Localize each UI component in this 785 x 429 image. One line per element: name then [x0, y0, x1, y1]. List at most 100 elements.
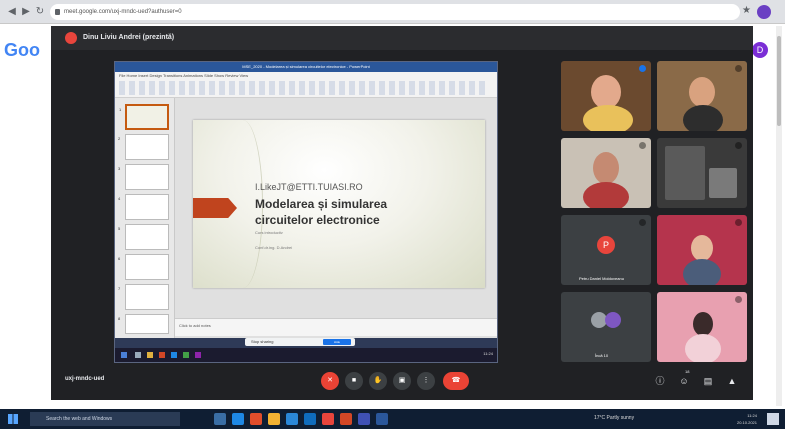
bookmark-star-icon[interactable]: ★	[742, 5, 751, 16]
slide-thumbnail[interactable]: 2	[118, 134, 169, 160]
present-icon[interactable]: ▣	[393, 372, 411, 390]
sharing-bar: Stop sharing Hide	[245, 338, 355, 346]
participant-tile[interactable]: P Petru Daniel Moldoveanu	[561, 215, 651, 285]
thumb-number: 5	[118, 226, 121, 231]
participant-tile[interactable]	[561, 61, 651, 131]
participant-video	[593, 152, 619, 184]
meet-header: Dinu Liviu Andrei (prezintă)	[51, 26, 753, 50]
people-icon[interactable]: ☺	[679, 376, 689, 386]
windows-start-icon[interactable]	[8, 414, 18, 424]
end-call-icon[interactable]: ☎	[443, 372, 469, 390]
slide-thumbnail[interactable]: 4	[118, 194, 169, 220]
folder-icon	[147, 352, 153, 358]
taskbar-search-input[interactable]: Search the web and Windows	[30, 412, 180, 426]
reload-icon[interactable]: ↻	[34, 6, 46, 18]
office-icon[interactable]	[250, 413, 262, 425]
participant-tile[interactable]	[657, 292, 747, 362]
mic-off-icon	[735, 296, 742, 303]
slide-thumbnail[interactable]: 7	[118, 284, 169, 310]
windows-icon	[121, 352, 127, 358]
raise-hand-icon[interactable]: ✋	[369, 372, 387, 390]
people-count-badge: 18	[685, 369, 690, 374]
thumb-number: 4	[118, 196, 121, 201]
participant-tile[interactable]	[561, 138, 651, 208]
chat-icon[interactable]: ▤	[703, 376, 713, 386]
participant-video	[709, 168, 737, 198]
speaking-indicator-icon	[639, 65, 646, 72]
task-view-icon[interactable]	[214, 413, 226, 425]
participant-tile[interactable]	[657, 61, 747, 131]
participant-video	[691, 235, 713, 261]
meet-window-title: Dinu Liviu Andrei (prezintă)	[83, 34, 175, 41]
app-icon	[135, 352, 141, 358]
folder-icon[interactable]	[268, 413, 280, 425]
google-logo: Goo	[4, 40, 40, 60]
windows-taskbar: Search the web and Windows 17°C Partly s…	[0, 409, 785, 429]
participant-video	[683, 105, 723, 131]
ppt-ribbon-tools	[119, 81, 489, 95]
notifications-icon[interactable]	[767, 413, 779, 425]
weather-widget[interactable]: 17°C Partly sunny	[594, 415, 634, 421]
scrollbar-thumb[interactable]	[777, 36, 781, 126]
remote-taskbar: 11:24	[115, 348, 497, 362]
sharing-bar-text[interactable]: Stop sharing	[251, 339, 273, 344]
address-bar[interactable]: meet.google.com/uxj-mndc-ued?authuser=0	[50, 4, 740, 20]
hide-button[interactable]: Hide	[323, 339, 351, 345]
participant-tile[interactable]	[657, 138, 747, 208]
slide-thumbnail[interactable]: 6	[118, 254, 169, 280]
slide-thumbnail[interactable]: 8	[118, 314, 169, 334]
info-icon[interactable]: ⓘ	[655, 376, 665, 386]
powerpoint-icon[interactable]	[340, 413, 352, 425]
activities-icon[interactable]: ▲	[727, 376, 737, 386]
mic-off-icon	[735, 219, 742, 226]
app-icon	[183, 352, 189, 358]
meeting-code: uxj-mndc-ued	[65, 376, 105, 382]
participant-video	[583, 182, 629, 208]
mail-icon[interactable]	[304, 413, 316, 425]
forward-icon[interactable]: ▶	[20, 6, 32, 18]
thumb-number: 7	[118, 286, 121, 291]
mic-off-icon	[735, 142, 742, 149]
thumb-number: 1	[119, 107, 122, 112]
mic-off-icon	[639, 142, 646, 149]
participant-video	[693, 312, 713, 336]
participant-tile[interactable]	[657, 215, 747, 285]
word-icon[interactable]	[376, 413, 388, 425]
google-account-avatar[interactable]: D	[752, 42, 768, 58]
thumb-number: 6	[118, 256, 121, 261]
remote-clock: 11:24	[483, 351, 493, 356]
slide-notes[interactable]: Click to add notes	[175, 318, 497, 336]
shared-screen: MSE_2020 - Modelarea și simularea circui…	[114, 61, 498, 363]
presenter-avatar	[65, 32, 77, 44]
participant-name: Petru Daniel Moldoveanu	[579, 276, 624, 281]
participant-video	[591, 75, 621, 109]
app-icon[interactable]	[358, 413, 370, 425]
thumb-number: 8	[118, 316, 121, 321]
store-icon[interactable]	[286, 413, 298, 425]
app-icon	[195, 352, 201, 358]
back-icon[interactable]: ◀	[6, 6, 18, 18]
lock-icon	[55, 9, 60, 15]
slide-subtitle: Curs introductiv	[255, 230, 283, 235]
profile-avatar[interactable]	[757, 5, 771, 19]
powerpoint-icon	[159, 352, 165, 358]
page-scrollbar[interactable]	[776, 26, 782, 406]
edge-icon[interactable]	[232, 413, 244, 425]
mic-off-icon[interactable]: ✕	[321, 372, 339, 390]
participant-tile[interactable]: Încă 10	[561, 292, 651, 362]
slide-thumbnail[interactable]: 5	[118, 224, 169, 250]
taskbar-clock[interactable]: 11:24 20.10.2021	[737, 412, 757, 426]
slide-arrow-shape	[193, 198, 237, 218]
slide-thumbnails: 1 2 3 4 5 6 7 8	[115, 98, 175, 338]
more-options-icon[interactable]: ⋮	[417, 372, 435, 390]
chrome-icon[interactable]	[322, 413, 334, 425]
slide-thumbnail[interactable]: 1	[119, 104, 169, 130]
slide-email: I.LikeJT@ETTI.TUIASI.RO	[255, 182, 363, 192]
current-slide[interactable]: I.LikeJT@ETTI.TUIASI.RO Modelarea și sim…	[193, 120, 485, 288]
clock-date: 20.10.2021	[736, 420, 757, 425]
slide-thumbnail[interactable]: 3	[118, 164, 169, 190]
participant-video	[685, 334, 721, 362]
mic-off-icon	[639, 219, 646, 226]
meet-window: Dinu Liviu Andrei (prezintă) MSE_2020 - …	[51, 26, 753, 400]
camera-icon[interactable]: ■	[345, 372, 363, 390]
